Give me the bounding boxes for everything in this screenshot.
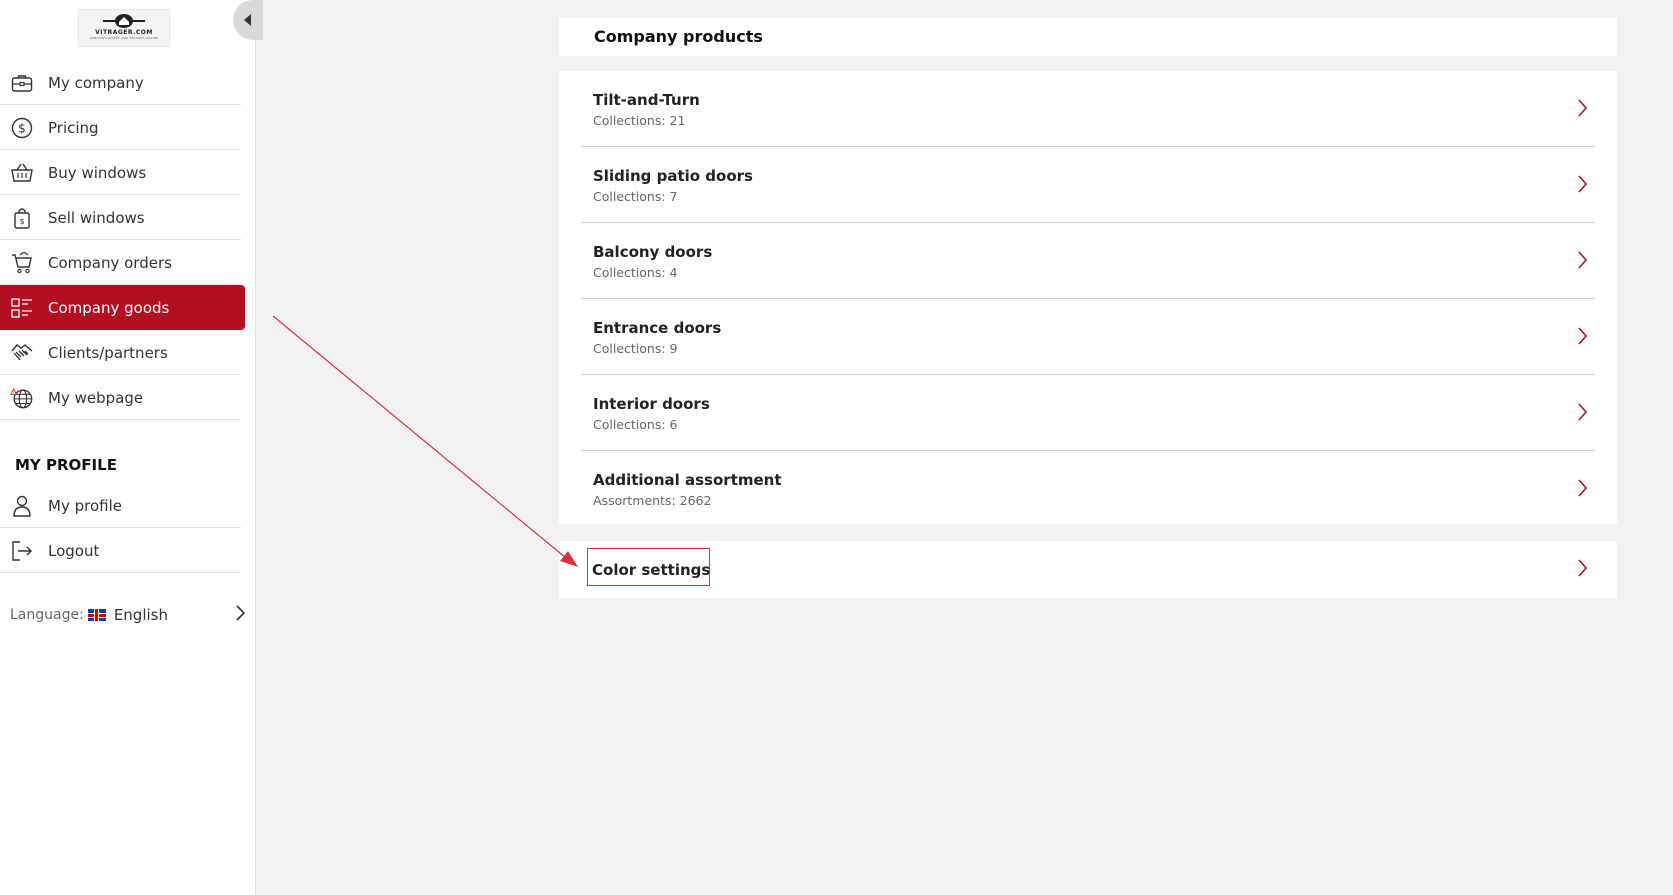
color-settings-label: Color settings bbox=[592, 561, 711, 579]
sidebar-item-buy-windows[interactable]: Buy windows bbox=[0, 150, 245, 195]
sidebar-item-label: Logout bbox=[48, 541, 100, 560]
product-count: Collections: 4 bbox=[593, 265, 678, 280]
main-nav: My company $ Pricing Buy windows $ Sell … bbox=[0, 60, 245, 420]
page-title: Company products bbox=[594, 27, 763, 46]
dollar-circle-icon: $ bbox=[10, 116, 34, 140]
product-row-interior-doors[interactable]: Interior doors Collections: 6 bbox=[581, 375, 1595, 451]
language-label: Language: bbox=[10, 607, 84, 623]
sidebar-item-label: My company bbox=[48, 73, 144, 92]
sidebar-item-company-goods[interactable]: Company goods bbox=[0, 285, 245, 330]
product-row-tilt-and-turn[interactable]: Tilt-and-Turn Collections: 21 bbox=[581, 71, 1595, 147]
sidebar-item-label: Buy windows bbox=[48, 163, 147, 182]
profile-section-title: MY PROFILE bbox=[15, 456, 117, 474]
sidebar-item-pricing[interactable]: $ Pricing bbox=[0, 105, 245, 150]
product-count: Assortments: 2662 bbox=[593, 493, 712, 508]
product-row-balcony-doors[interactable]: Balcony doors Collections: 4 bbox=[581, 223, 1595, 299]
sidebar-item-my-webpage[interactable]: My webpage bbox=[0, 375, 245, 420]
sidebar-item-label: My profile bbox=[48, 496, 122, 515]
logo-text: VITRAGER.COM bbox=[95, 29, 153, 36]
sidebar-item-clients-partners[interactable]: Clients/partners bbox=[0, 330, 245, 375]
sidebar-item-my-company[interactable]: My company bbox=[0, 60, 245, 105]
chevron-right-icon bbox=[235, 605, 246, 625]
logo-subtext: WINDOWS DOORS AND FACADES ONLINE bbox=[89, 36, 159, 40]
chevron-right-icon bbox=[1577, 403, 1588, 425]
uk-flag-icon bbox=[87, 609, 106, 621]
sidebar-collapse-button[interactable] bbox=[233, 0, 263, 40]
product-count: Collections: 6 bbox=[593, 417, 678, 432]
product-count: Collections: 9 bbox=[593, 341, 678, 356]
company-logo[interactable]: VITRAGER.COM WINDOWS DOORS AND FACADES O… bbox=[78, 9, 170, 47]
language-value: English bbox=[113, 606, 168, 624]
product-name: Interior doors bbox=[593, 395, 710, 413]
product-name: Tilt-and-Turn bbox=[593, 91, 700, 109]
product-name: Additional assortment bbox=[593, 471, 782, 489]
product-count: Collections: 7 bbox=[593, 189, 678, 204]
sidebar-item-my-profile[interactable]: My profile bbox=[0, 483, 245, 528]
sidebar-item-logout[interactable]: Logout bbox=[0, 528, 245, 573]
list-grid-icon bbox=[10, 296, 34, 320]
handshake-icon bbox=[10, 341, 34, 365]
product-name: Entrance doors bbox=[593, 319, 722, 337]
sidebar: VITRAGER.COM WINDOWS DOORS AND FACADES O… bbox=[0, 0, 263, 895]
basket-icon bbox=[10, 161, 34, 185]
sidebar-item-company-orders[interactable]: Company orders bbox=[0, 240, 245, 285]
svg-text:$: $ bbox=[18, 121, 26, 135]
globe-icon bbox=[10, 386, 34, 410]
sidebar-item-label: Sell windows bbox=[48, 208, 145, 227]
product-count: Collections: 21 bbox=[593, 113, 686, 128]
user-icon bbox=[10, 494, 34, 518]
logout-icon bbox=[10, 539, 34, 563]
page-header-card: Company products bbox=[559, 18, 1617, 56]
briefcase-icon bbox=[10, 71, 34, 95]
sidebar-item-label: Company orders bbox=[48, 253, 172, 272]
product-name: Balcony doors bbox=[593, 243, 713, 261]
color-settings-row[interactable]: Color settings bbox=[559, 541, 1617, 598]
shopping-bag-icon: $ bbox=[10, 206, 34, 230]
collapse-arrow-icon bbox=[243, 14, 251, 26]
profile-nav: My profile Logout bbox=[0, 483, 245, 573]
product-name: Sliding patio doors bbox=[593, 167, 753, 185]
product-row-sliding-patio-doors[interactable]: Sliding patio doors Collections: 7 bbox=[581, 147, 1595, 223]
language-selector[interactable]: Language: English bbox=[10, 602, 246, 628]
sidebar-item-label: Pricing bbox=[48, 118, 99, 137]
sidebar-item-label: Clients/partners bbox=[48, 343, 168, 362]
product-categories-list: Tilt-and-Turn Collections: 21 Sliding pa… bbox=[559, 71, 1617, 524]
product-row-additional-assortment[interactable]: Additional assortment Assortments: 2662 bbox=[581, 451, 1595, 527]
logo-house-icon bbox=[103, 14, 145, 28]
chevron-right-icon bbox=[1577, 99, 1588, 121]
chevron-right-icon bbox=[1577, 251, 1588, 273]
chevron-right-icon bbox=[1577, 559, 1588, 581]
chevron-right-icon bbox=[1577, 175, 1588, 197]
sidebar-item-sell-windows[interactable]: $ Sell windows bbox=[0, 195, 245, 240]
cart-icon bbox=[10, 251, 34, 275]
sidebar-item-label: Company goods bbox=[48, 298, 170, 317]
svg-text:$: $ bbox=[19, 217, 24, 226]
chevron-right-icon bbox=[1577, 327, 1588, 349]
sidebar-item-label: My webpage bbox=[48, 388, 144, 407]
chevron-right-icon bbox=[1577, 479, 1588, 501]
product-row-entrance-doors[interactable]: Entrance doors Collections: 9 bbox=[581, 299, 1595, 375]
